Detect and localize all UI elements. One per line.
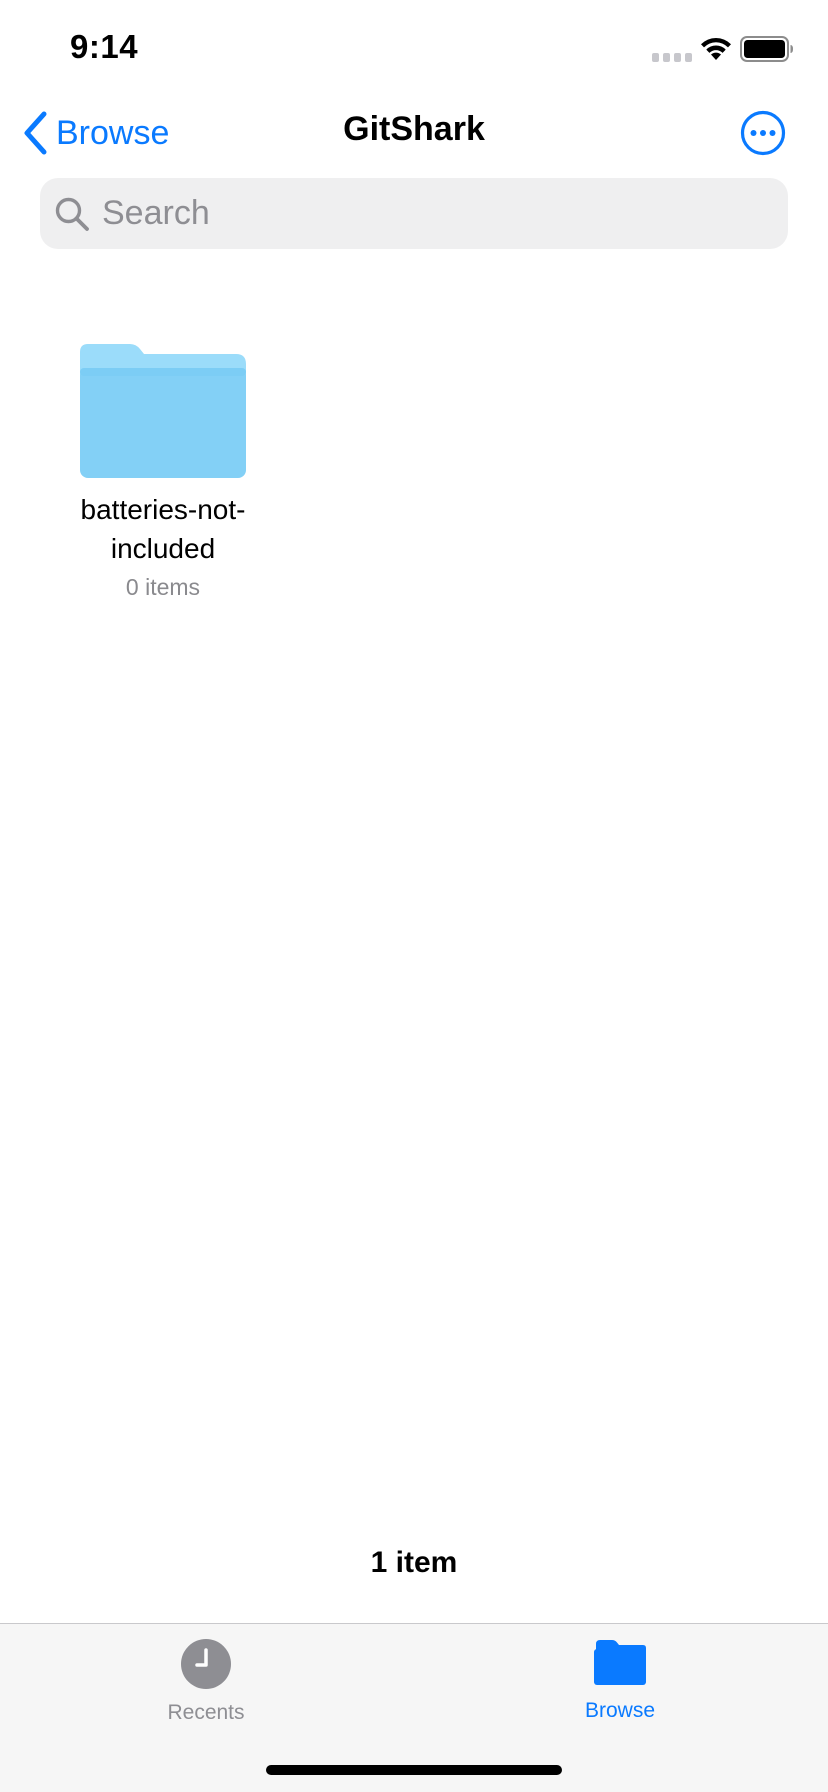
folder-fill-icon [594, 1640, 646, 1685]
battery-icon [740, 36, 793, 62]
tab-browse-label: Browse [584, 1699, 656, 1722]
tab-recents-label: Recents [167, 1701, 245, 1724]
tab-browse[interactable]: Browse [520, 1638, 720, 1723]
magnifying-glass-icon [55, 197, 89, 231]
ellipsis-circle-icon [740, 110, 786, 156]
clock-icon [181, 1639, 231, 1689]
items-count-label: 1 item [370, 1546, 458, 1579]
search-input[interactable] [102, 194, 742, 233]
folder-item-count: 0 items [125, 574, 201, 600]
folder-icon [80, 344, 246, 478]
page-title: GitShark [343, 110, 485, 148]
home-indicator[interactable] [266, 1765, 562, 1775]
search-field[interactable] [40, 178, 788, 249]
more-options-button[interactable] [740, 110, 786, 156]
tab-recents[interactable]: Recents [106, 1638, 306, 1725]
files-browser-screen: 9:14 Browse GitShark Search batteries-no… [0, 0, 828, 1792]
signal-dots-icon [652, 53, 692, 62]
folder-item[interactable]: batteries-not- included 0 items [58, 340, 268, 601]
folder-name: batteries-not- included [58, 490, 268, 568]
folder-name-line-1: batteries-not- [80, 494, 246, 525]
status-time: 9:14 [70, 28, 139, 65]
folder-name-line-2: included [110, 533, 216, 564]
wifi-icon [701, 37, 731, 60]
status-bar: 9:14 [0, 0, 828, 100]
